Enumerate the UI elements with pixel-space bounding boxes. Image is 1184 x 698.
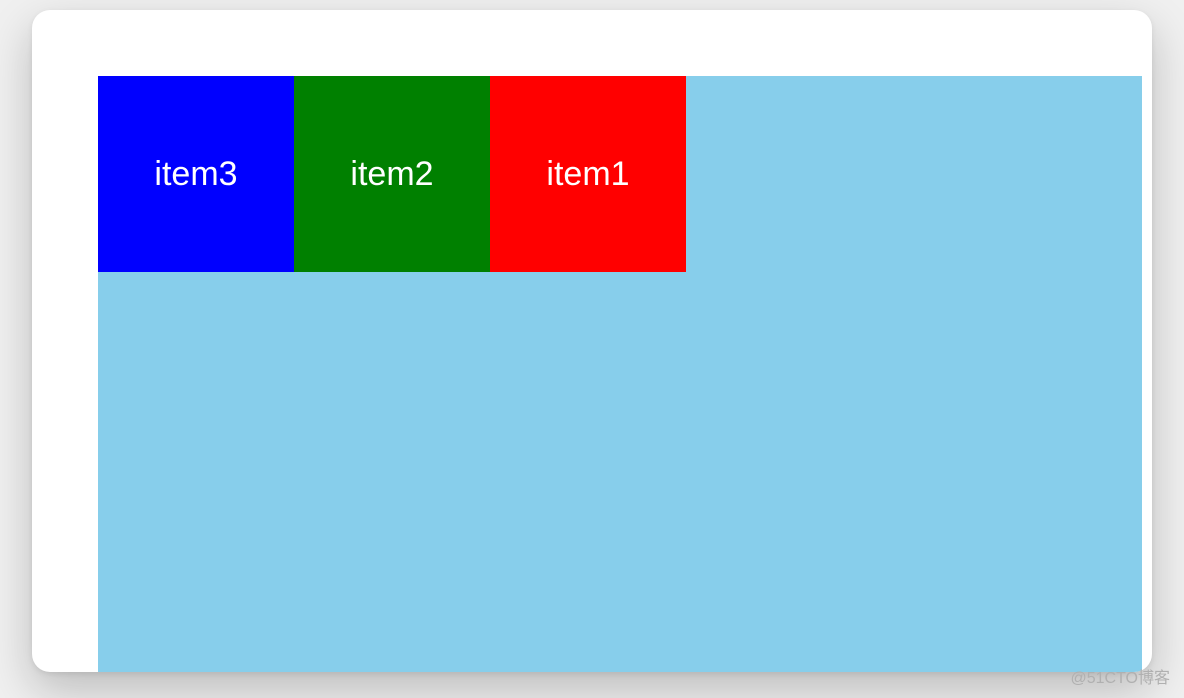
item-label-1: item1 xyxy=(546,155,629,194)
item-label-2: item2 xyxy=(350,155,433,194)
item-label-3: item3 xyxy=(154,155,237,194)
flex-container: item1 item2 item3 xyxy=(98,76,1142,672)
card-frame: item1 item2 item3 xyxy=(32,10,1152,672)
flex-item-3: item3 xyxy=(98,76,294,272)
watermark-text: @51CTO博客 xyxy=(1070,664,1170,688)
flex-item-2: item2 xyxy=(294,76,490,272)
flex-item-1: item1 xyxy=(490,76,686,272)
